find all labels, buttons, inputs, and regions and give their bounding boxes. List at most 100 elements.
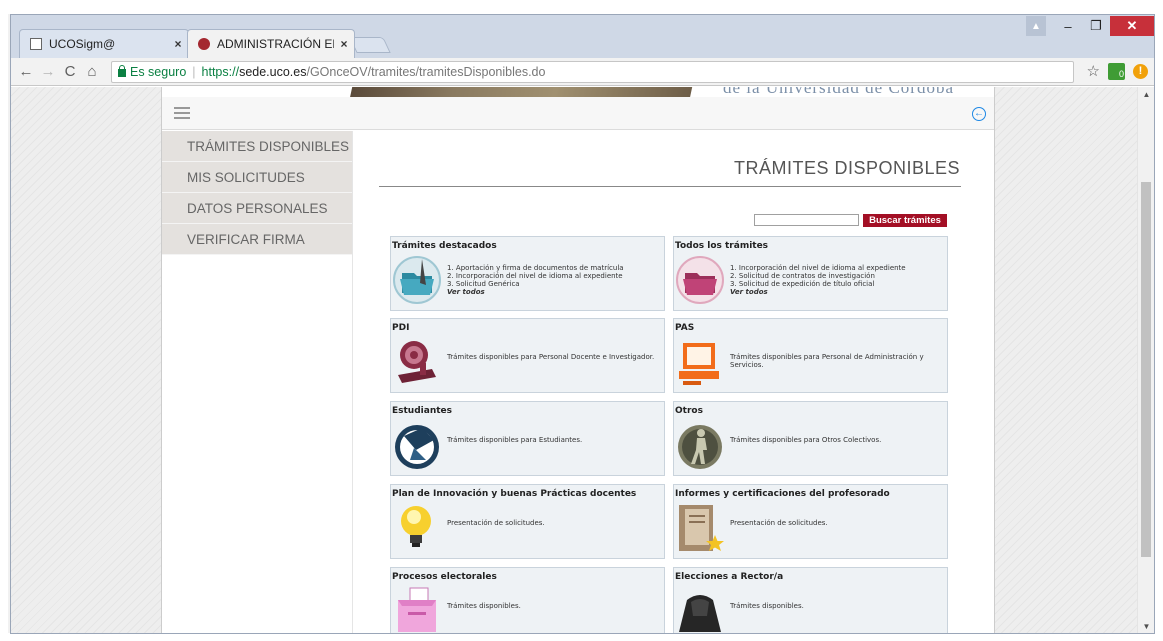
page-title: TRÁMITES DISPONIBLES — [733, 158, 960, 178]
screen-frame-top — [0, 0, 1163, 14]
screen-frame-right — [1155, 0, 1163, 641]
list-item[interactable]: 1. Incorporación del nivel de idioma al … — [730, 264, 906, 272]
back-circle-icon[interactable]: ← — [972, 107, 986, 121]
scroll-down-arrow-icon[interactable]: ▼ — [1138, 619, 1154, 633]
card-title: Todos los trámites — [675, 241, 769, 251]
certificate-book-icon — [679, 505, 724, 551]
lightbulb-icon — [401, 506, 431, 547]
back-arrow-icon[interactable]: ← — [15, 63, 37, 80]
nav-tramites-disponibles[interactable]: TRÁMITES DISPONIBLES — [162, 131, 352, 162]
graduation-cap-icon — [395, 425, 439, 469]
tab-label: UCOSigm@ — [49, 37, 116, 51]
card-description: Presentación de solicitudes. — [730, 519, 828, 527]
screen-frame-left — [0, 0, 8, 641]
card-item-list: 1. Incorporación del nivel de idioma al … — [730, 264, 906, 296]
ver-todos-link[interactable]: Ver todos — [447, 288, 624, 296]
tab-label: ADMINISTRACIÓN ELECT — [217, 37, 334, 51]
card-title: Otros — [675, 406, 703, 416]
list-item[interactable]: 2. Solicitud de contratos de investigaci… — [730, 272, 906, 280]
search-button[interactable]: Buscar trámites — [863, 214, 947, 227]
tab-close-icon[interactable]: × — [168, 37, 188, 51]
ballot-box-icon — [398, 587, 436, 632]
url-separator: | — [192, 65, 196, 79]
card-elecciones-rector[interactable]: Elecciones a Rector/a Trámites disponibl… — [673, 567, 948, 633]
ver-todos-link[interactable]: Ver todos — [730, 288, 906, 296]
card-title: Informes y certificaciones del profesora… — [675, 489, 890, 499]
main-content: TRÁMITES DISPONIBLES Buscar trámites Trá… — [353, 131, 994, 633]
site-container: de la Universidad de Córdoba ← TRÁMITES … — [161, 87, 995, 633]
search-input[interactable] — [754, 214, 859, 226]
card-title: Plan de Innovación y buenas Prácticas do… — [392, 489, 637, 499]
university-seal-icon — [198, 38, 210, 50]
browser-toolbar: ← → C ⌂ Es seguro | https:// sede.uco.es… — [11, 58, 1154, 86]
scroll-up-arrow-icon[interactable]: ▲ — [1138, 87, 1154, 103]
card-plan-innovacion[interactable]: Plan de Innovación y buenas Prácticas do… — [390, 484, 665, 559]
side-navigation: TRÁMITES DISPONIBLES MIS SOLICITUDES DAT… — [162, 131, 353, 633]
card-description: Trámites disponibles. — [730, 602, 804, 610]
card-title: Trámites destacados — [392, 241, 497, 251]
card-pas[interactable]: PAS Trámites disponibles para Personal d… — [673, 318, 948, 393]
card-description: Trámites disponibles para Otros Colectiv… — [730, 436, 882, 444]
card-procesos-electorales[interactable]: Procesos electorales Trámites disponible… — [390, 567, 665, 633]
list-item[interactable]: 3. Solicitud de expedición de título ofi… — [730, 280, 906, 288]
card-title: PDI — [392, 323, 410, 333]
card-todos-los-tramites[interactable]: Todos los trámites 1. Incorporación del … — [673, 236, 948, 311]
banner-photo — [350, 87, 694, 97]
new-tab-button[interactable] — [349, 37, 391, 53]
page-viewport: de la Universidad de Córdoba ← TRÁMITES … — [11, 87, 1138, 633]
restore-icon[interactable]: ❐ — [1082, 16, 1110, 36]
banner-text: de la Universidad de Córdoba — [723, 87, 954, 97]
card-description: Trámites disponibles para Personal Docen… — [447, 353, 655, 361]
hamburger-menu-icon[interactable] — [174, 107, 190, 119]
browser-window: UCOSigm@ × ADMINISTRACIÓN ELECT × ▲ – ❐ … — [10, 14, 1155, 634]
site-banner: de la Universidad de Córdoba — [162, 87, 994, 97]
card-title: Elecciones a Rector/a — [675, 572, 784, 582]
toolbar-actions: ☆ 0 ! — [1087, 62, 1148, 80]
screen-frame-bottom — [0, 633, 1163, 641]
address-bar[interactable]: Es seguro | https:// sede.uco.es /GOnceO… — [111, 61, 1074, 83]
home-icon[interactable]: ⌂ — [81, 63, 103, 80]
list-item[interactable]: 1. Aportación y firma de documentos de m… — [447, 264, 624, 272]
minimize-icon[interactable]: – — [1054, 16, 1082, 36]
card-otros[interactable]: Otros Trámites disponibles para Otros Co… — [673, 401, 948, 476]
card-title: Procesos electorales — [392, 572, 497, 582]
card-informes-certificaciones[interactable]: Informes y certificaciones del profesora… — [673, 484, 948, 559]
url-host: sede.uco.es — [239, 65, 307, 79]
reload-icon[interactable]: C — [59, 63, 81, 80]
window-controls: ▲ – ❐ ✕ — [1026, 15, 1154, 37]
browser-titlebar: UCOSigm@ × ADMINISTRACIÓN ELECT × ▲ – ❐ … — [11, 15, 1154, 58]
lock-icon — [118, 65, 126, 77]
close-window-icon[interactable]: ✕ — [1110, 16, 1154, 36]
computer-icon — [679, 343, 719, 385]
secure-label: Es seguro — [130, 65, 187, 79]
list-item[interactable]: 3. Solicitud Genérica — [447, 280, 624, 288]
tab-ucosigma[interactable]: UCOSigm@ × — [19, 29, 189, 58]
tab-administracion[interactable]: ADMINISTRACIÓN ELECT × — [187, 29, 355, 58]
academic-robe-icon — [679, 595, 721, 632]
nav-datos-personales[interactable]: DATOS PERSONALES — [162, 193, 352, 224]
microscope-icon — [398, 341, 436, 383]
card-description: Trámites disponibles para Personal de Ad… — [730, 353, 924, 369]
tab-close-icon[interactable]: × — [334, 37, 354, 51]
card-pdi[interactable]: PDI Trámites disponibles para Personal D… — [390, 318, 665, 393]
nav-verificar-firma[interactable]: VERIFICAR FIRMA — [162, 224, 352, 255]
card-estudiantes[interactable]: Estudiantes Trámites disponibles para Es… — [390, 401, 665, 476]
bookmark-star-icon[interactable]: ☆ — [1087, 62, 1100, 80]
card-description: Trámites disponibles. — [447, 602, 521, 610]
url-path: /GOnceOV/tramites/tramitesDisponibles.do — [306, 65, 546, 79]
card-description: Trámites disponibles para Estudiantes. — [447, 436, 583, 444]
page-scrollbar[interactable]: ▲ ▼ — [1137, 87, 1154, 633]
forward-arrow-icon[interactable]: → — [37, 63, 59, 80]
user-profile-icon[interactable]: ▲ — [1026, 16, 1046, 36]
card-title: PAS — [675, 323, 695, 333]
card-item-list: 1. Aportación y firma de documentos de m… — [447, 264, 624, 296]
card-tramites-destacados[interactable]: Trámites destacados 1. Aportación y firm… — [390, 236, 665, 311]
teal-folder-icon — [393, 256, 441, 304]
extension-icon[interactable]: 0 — [1108, 62, 1125, 80]
scrollbar-thumb[interactable] — [1141, 182, 1151, 557]
warning-icon[interactable]: ! — [1133, 63, 1148, 79]
list-item[interactable]: 2. Incorporación del nivel de idioma al … — [447, 272, 624, 280]
url-scheme: https:// — [201, 65, 240, 79]
title-divider — [379, 186, 961, 187]
nav-mis-solicitudes[interactable]: MIS SOLICITUDES — [162, 162, 352, 193]
